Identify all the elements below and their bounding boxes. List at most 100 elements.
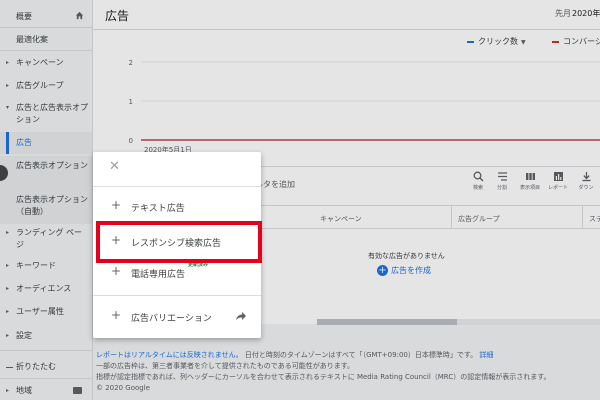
chevron-right-icon: ▸ <box>6 387 10 394</box>
horizontal-scrollbar[interactable] <box>317 319 600 325</box>
add-circle-icon: + <box>377 265 388 276</box>
column-separator <box>451 206 452 228</box>
plus-icon: + <box>111 308 122 322</box>
sidebar-item-demographics[interactable]: ▸ ユーザー属性 <box>0 306 92 318</box>
sidebar-item-label: 広告と広告表示オプション <box>16 103 88 124</box>
sidebar-item-label: ユーザー属性 <box>16 307 64 316</box>
legend-conversions[interactable]: コンバージ <box>552 36 600 47</box>
legend-clicks[interactable]: クリック数 ▼ <box>467 36 526 47</box>
menu-divider <box>93 295 261 296</box>
chevron-right-icon: ▸ <box>6 229 10 236</box>
chart-canvas: 2102020年5月1日 <box>129 59 600 154</box>
home-icon <box>75 11 84 20</box>
sidebar-item-ads-and-extensions[interactable]: ▾ 広告と広告表示オプション <box>0 102 92 126</box>
sidebar-item-landing-pages[interactable]: ▸ ランディング ページ <box>0 227 92 251</box>
tool-label: ダウン <box>578 185 594 191</box>
sidebar-item-label: 最適化案 <box>16 35 48 44</box>
column-header-ad-group[interactable]: 広告グループ <box>458 214 500 224</box>
column-separator <box>582 206 583 228</box>
footer-line-2: 一部の広告枠は、第三者事業者を介して提供されたものである可能性があります。 <box>96 362 355 370</box>
sidebar-item-label: 広告グループ <box>16 81 64 90</box>
columns-tool[interactable]: 表示項目 <box>518 171 542 191</box>
chevron-down-icon: ▾ <box>6 104 10 111</box>
menu-item-responsive-search-ad[interactable]: + レスポンシブ検索広告 <box>93 227 261 257</box>
menu-item-call-only-ad[interactable]: + 電話専用広告 更新済み <box>93 258 261 288</box>
sidebar-item-label: 概要 <box>16 12 32 21</box>
sidebar-item-audiences[interactable]: ▸ オーディエンス <box>0 283 92 295</box>
y-tick-label: 0 <box>129 137 133 145</box>
sidebar: 概要 最適化案 ▸ キャンペーン ▸ 広告グループ ▾ 広告と広告表示オプション… <box>0 0 93 400</box>
sidebar-item-ad-groups[interactable]: ▸ 広告グループ <box>0 80 92 92</box>
download-tool[interactable]: ダウン <box>576 171 596 191</box>
menu-item-label: 広告バリエーション <box>131 314 212 324</box>
segment-tool[interactable]: 分割 <box>490 171 514 191</box>
legend-label: クリック数 <box>478 37 518 46</box>
chevron-right-icon: ▸ <box>6 308 10 315</box>
create-ad-label: 広告を作成 <box>391 266 431 275</box>
sidebar-divider <box>0 378 92 379</box>
sidebar-item-settings[interactable]: ▸ 設定 <box>0 330 92 342</box>
legend-swatch <box>467 40 474 43</box>
page-title: 広告 <box>105 9 130 23</box>
tool-label: 表示項目 <box>519 185 540 191</box>
chevron-down-icon: ▼ <box>521 39 526 46</box>
sidebar-item-recommendations[interactable]: 最適化案 <box>0 34 92 46</box>
search-icon <box>473 171 483 182</box>
sidebar-item-overview[interactable]: 概要 <box>0 11 92 23</box>
sidebar-collapse-button[interactable]: 折りたたむ <box>0 361 92 373</box>
sidebar-item-ads[interactable]: 広告 <box>0 132 92 154</box>
updated-badge: 更新済み <box>188 262 209 268</box>
sidebar-item-campaigns[interactable]: ▸ キャンペーン <box>0 57 92 69</box>
close-icon[interactable]: ✕ <box>109 160 120 174</box>
sidebar-item-ad-extensions[interactable]: 広告表示オプション <box>0 156 92 190</box>
y-tick-label: 2 <box>129 59 133 67</box>
feedback-icon[interactable] <box>73 387 82 394</box>
share-arrow-icon <box>236 312 246 321</box>
chevron-right-icon: ▸ <box>6 262 10 269</box>
sidebar-item-label: 折りたたむ <box>16 362 56 371</box>
chevron-right-icon: ▸ <box>6 82 10 89</box>
sidebar-item-label: ランディング ページ <box>16 228 82 249</box>
y-tick-label: 1 <box>129 98 133 106</box>
sidebar-item-label: 広告表示オプション <box>16 161 88 170</box>
scrollbar-thumb[interactable] <box>317 319 457 325</box>
download-icon <box>582 172 590 182</box>
sidebar-item-label: キャンペーン <box>16 58 64 67</box>
tool-label: 検索 <box>472 185 483 191</box>
legend-label: コンバージ <box>563 37 600 46</box>
footer-details-link[interactable]: 詳細 <box>479 351 493 359</box>
menu-item-ad-variations[interactable]: + 広告バリエーション <box>93 302 261 332</box>
date-range-label[interactable]: 先月 <box>555 8 571 19</box>
reports-tool[interactable]: レポート <box>546 171 570 191</box>
sidebar-item-keywords[interactable]: ▸ キーワード <box>0 260 92 272</box>
sidebar-item-auto-extensions[interactable]: 広告表示オプション（自動） <box>0 190 92 224</box>
plus-icon: + <box>111 233 122 247</box>
column-header-status[interactable]: ステ <box>589 214 600 224</box>
menu-item-label: 電話専用広告 <box>131 270 186 280</box>
footer-timezone-text: 日付と時刻のタイムゾーンはすべて「（GMT+09:00）日本標準時」です。 <box>244 351 478 359</box>
segment-icon <box>497 172 507 181</box>
menu-item-label: レスポンシブ検索広告 <box>131 239 222 249</box>
add-filter-button[interactable]: ルタを追加 <box>255 179 295 190</box>
date-range-value[interactable]: 2020年 <box>572 8 600 19</box>
sidebar-item-label: キーワード <box>16 261 56 270</box>
collapse-icon <box>6 367 13 368</box>
search-tool[interactable]: 検索 <box>466 171 490 191</box>
performance-chart: 2 1 0 2020年5月1日 クリック数 ▼ コンバージ <box>93 30 600 166</box>
legend-swatch <box>552 40 559 43</box>
sidebar-item-label: オーディエンス <box>16 284 72 293</box>
ad-type-menu: ✕ + テキスト広告 + レスポンシブ検索広告 + 電話専用広告 更新済み + … <box>93 152 261 338</box>
empty-state-message: 有効な広告がありません <box>368 252 445 260</box>
sidebar-item-label: 広告表示オプション（自動） <box>16 195 88 216</box>
footer-realtime-link[interactable]: レポートはリアルタイムには反映されません。 <box>96 351 243 359</box>
report-icon <box>553 172 563 181</box>
page-header: 広告 先月 2020年 <box>93 0 600 30</box>
plus-icon: + <box>111 198 122 212</box>
create-ad-link[interactable]: + 広告を作成 <box>377 265 431 276</box>
sidebar-divider <box>0 27 92 28</box>
footer: レポートはリアルタイムには反映されません。 日付と時刻のタイムゾーンはすべて「（… <box>96 350 551 394</box>
sidebar-item-label: 地域 <box>16 386 32 395</box>
column-header-campaign[interactable]: キャンペーン <box>320 214 362 224</box>
sidebar-item-label: 広告 <box>16 138 32 147</box>
menu-item-text-ad[interactable]: + テキスト広告 <box>93 192 261 222</box>
